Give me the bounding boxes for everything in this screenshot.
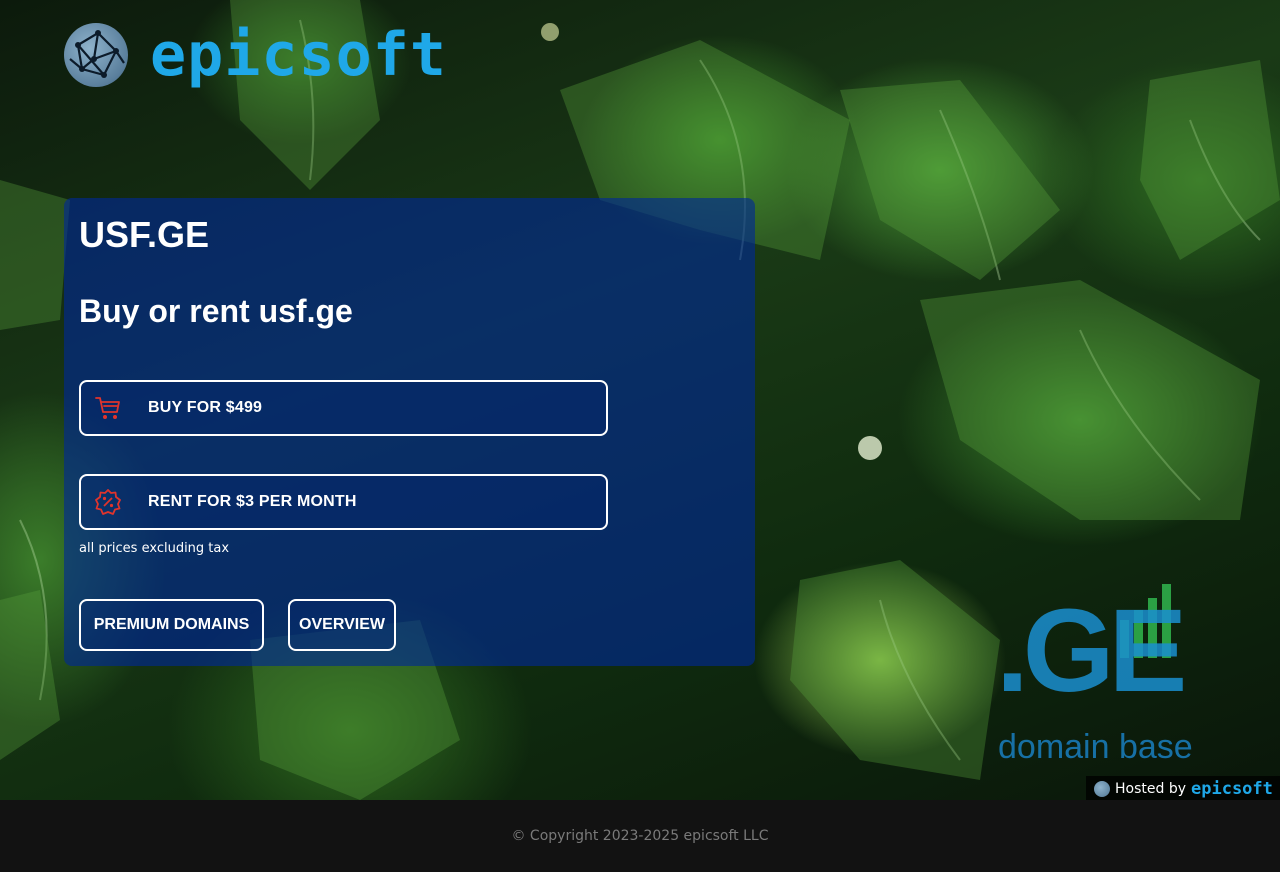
buy-button[interactable]: BUY FOR $499	[79, 380, 608, 436]
ge-logo-text: .GE	[996, 585, 1187, 717]
tax-note: all prices excluding tax	[79, 541, 230, 556]
discount-badge-icon	[94, 488, 122, 516]
rent-button[interactable]: RENT FOR $3 PER MONTH	[79, 474, 608, 530]
domain-title: USF.GE	[79, 214, 210, 255]
network-globe-icon	[64, 23, 128, 87]
network-globe-icon	[1094, 780, 1110, 797]
ge-logo-subtext: domain base	[998, 728, 1193, 766]
footer: © Copyright 2023-2025 epicsoft LLC	[0, 800, 1280, 872]
domain-card: USF.GE Buy or rent usf.ge BUY FOR $499 R…	[64, 198, 755, 666]
hosted-by-brand: epicsoft	[1191, 778, 1273, 799]
premium-domains-button[interactable]: PREMIUM DOMAINS	[79, 599, 264, 651]
header-logo[interactable]: epicsoft	[64, 22, 447, 88]
hosted-by-badge[interactable]: Hosted by epicsoft	[1086, 776, 1280, 801]
rent-button-label: RENT FOR $3 PER MONTH	[148, 493, 357, 510]
ge-domain-base-logo: .GE domain base	[996, 578, 1196, 768]
cart-icon	[94, 394, 122, 422]
copyright-text: © Copyright 2023-2025 epicsoft LLC	[511, 828, 769, 844]
page-subtitle: Buy or rent usf.ge	[79, 293, 353, 329]
buy-button-label: BUY FOR $499	[148, 399, 263, 416]
hosted-by-label: Hosted by	[1115, 780, 1186, 797]
brand-wordmark: epicsoft	[150, 20, 447, 90]
overview-button[interactable]: OVERVIEW	[288, 599, 396, 651]
